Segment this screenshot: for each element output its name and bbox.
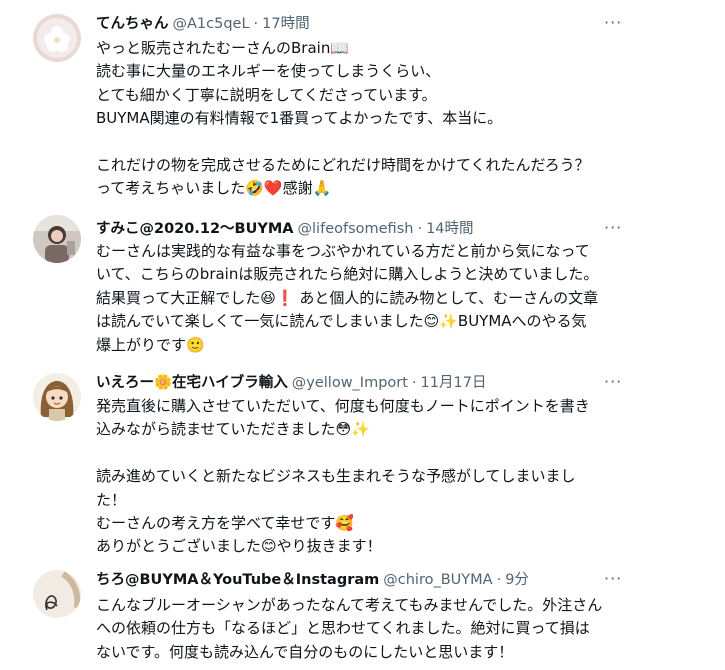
ellipsis-icon: ··· <box>604 569 623 588</box>
tweet[interactable]: すみこ@2020.12〜BUYMA @lifeofsomefish · 14時間 ··… <box>0 205 725 363</box>
separator: · <box>417 221 423 237</box>
tweet-line: これだけの物を完成させるためにどれだけ時間をかけてくれたんだろう？ <box>96 155 590 174</box>
tweet-line: への依頼の仕方も「なるほど」と思わせてくれました。絶対に買って損は <box>96 619 590 638</box>
avatar[interactable] <box>33 570 81 618</box>
avatar[interactable] <box>33 215 81 263</box>
tweet-header: いえろー🌼在宅ハイブラ輸入 @yellow_Import · 11月17日 <box>96 373 486 393</box>
user-handle[interactable]: @chiro_BUYMA <box>383 572 492 588</box>
tweet-line: って考えちゃいました🤣❤️感謝🙏 <box>96 179 332 198</box>
tweet-line: いて、こちらのbrainは販売されたら絶対に購入しようと決めていました。 <box>96 265 599 284</box>
tweet[interactable]: ちろ@BUYMA＆YouTube＆Instagram @chiro_BUYMA · 9… <box>0 560 725 670</box>
avatar[interactable] <box>33 373 81 421</box>
tweet-header: てんちゃん @A1c5qeL · 17時間 <box>96 14 310 34</box>
user-handle[interactable]: @lifeofsomefish <box>298 221 414 237</box>
tweet-line: 爆上がりです🙂 <box>96 335 205 354</box>
tweet-line: 結果買って大正解でした😆❗ あと個人的に読み物として、むーさんの文章 <box>96 288 599 307</box>
separator: · <box>253 16 259 32</box>
ellipsis-icon: ··· <box>604 372 623 391</box>
display-name[interactable]: てんちゃん <box>96 16 169 32</box>
more-options-button[interactable]: ··· <box>604 218 626 241</box>
more-options-button[interactable]: ··· <box>604 569 626 592</box>
ellipsis-icon: ··· <box>604 13 623 32</box>
tweet-line: やっと販売されたむーさんのBrain📖 <box>96 39 350 57</box>
tweet-line: こんなブルーオーシャンがあったなんて考えてもみませんでした。外注さん <box>96 596 603 614</box>
timestamp[interactable]: 17時間 <box>262 16 309 32</box>
timestamp[interactable]: 11月17日 <box>421 375 487 391</box>
tweet-line: むーさんは実践的な有益な事をつぶやかれている方だと前から気になって <box>96 242 590 260</box>
separator: · <box>411 375 417 391</box>
tweet-line: は読んでいて楽しくて一気に読んでしまいました😊✨BUYMAへのやる気 <box>96 312 587 331</box>
tweet-line: ありがとうございました😊やり抜きます！ <box>96 537 382 556</box>
tweet-line: とても細かく丁寧に説明をしてくださっています。 <box>96 85 437 104</box>
tweet-header: ちろ@BUYMA＆YouTube＆Instagram @chiro_BUYMA · 9… <box>96 570 529 590</box>
separator: · <box>496 572 502 588</box>
tweet-line: むーさんの考え方を学べて幸せです🥰 <box>96 513 355 532</box>
tweet-line: 発売直後に購入させていただいて、何度も何度もノートにポイントを書き <box>96 397 590 415</box>
tweet-line: 込みながら読ませていただきました😳✨ <box>96 420 370 439</box>
tweet-line: た！ <box>96 490 127 509</box>
display-name[interactable]: ちろ@BUYMA＆YouTube＆Instagram <box>96 572 379 588</box>
display-name[interactable]: いえろー🌼在宅ハイブラ輸入 <box>96 375 288 391</box>
tweet-line: ないです。何度も読み込んで自分のものにしたいと思います！ <box>96 642 514 661</box>
ellipsis-icon: ··· <box>604 218 623 237</box>
more-options-button[interactable]: ··· <box>604 13 626 36</box>
avatar[interactable] <box>33 14 81 62</box>
timestamp[interactable]: 9分 <box>505 572 529 588</box>
user-handle[interactable]: @A1c5qeL <box>173 16 250 32</box>
tweet[interactable]: てんちゃん @A1c5qeL · 17時間 ··· やっと販売されたむーさんのBrai… <box>0 0 725 205</box>
tweet-line: 読み進めていくと新たなビジネスも生まれそうな予感がしてしまいまし <box>96 467 576 486</box>
tweet-text: こんなブルーオーシャンがあったなんて考えてもみませんでした。外注さん への依頼の… <box>96 594 686 664</box>
display-name[interactable]: すみこ@2020.12〜BUYMA <box>96 221 294 237</box>
more-options-button[interactable]: ··· <box>604 372 626 395</box>
tweet[interactable]: いえろー🌼在宅ハイブラ輸入 @yellow_Import · 11月17日 ··· 発… <box>0 363 725 560</box>
tweet-header: すみこ@2020.12〜BUYMA @lifeofsomefish · 14時間 <box>96 219 474 239</box>
tweet-text: やっと販売されたむーさんのBrain📖 読む事に大量のエネルギーを使ってしまうく… <box>96 37 686 201</box>
timestamp[interactable]: 14時間 <box>426 221 473 237</box>
tweet-line: BUYMA関連の有料情報で1番買ってよかったです、本当に。 <box>96 109 503 128</box>
tweet-text: 発売直後に購入させていただいて、何度も何度もノートにポイントを書き 込みながら読… <box>96 395 686 559</box>
tweet-text: むーさんは実践的な有益な事をつぶやかれている方だと前から気になって いて、こちら… <box>96 240 686 357</box>
user-handle[interactable]: @yellow_Import <box>292 375 408 391</box>
tweet-line: 読む事に大量のエネルギーを使ってしまうくらい、 <box>96 62 441 81</box>
